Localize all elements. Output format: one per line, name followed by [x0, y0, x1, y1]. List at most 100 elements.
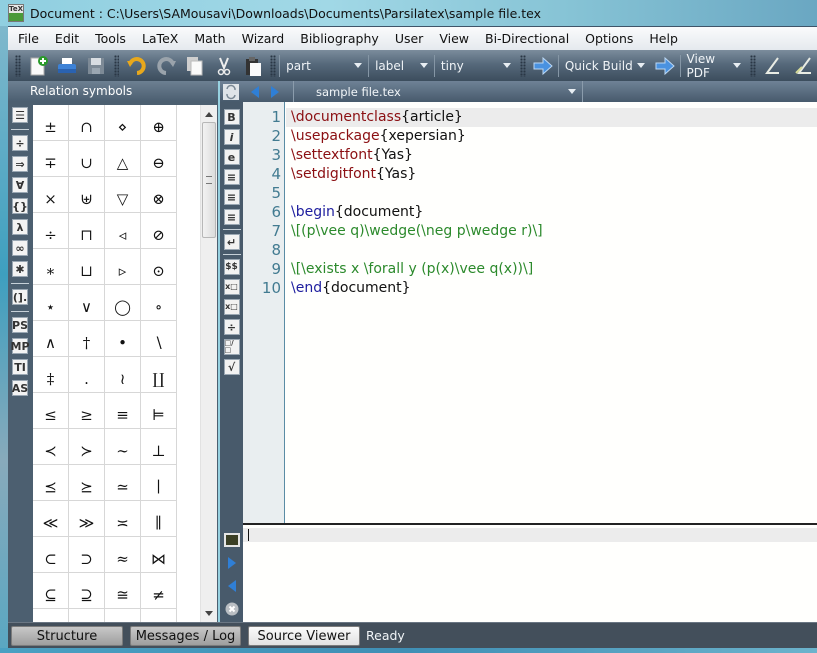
symbol-cell[interactable]: ≅: [105, 573, 141, 609]
sectioning-combo[interactable]: part: [279, 54, 368, 77]
symbol-cell[interactable]: ≃: [105, 465, 141, 501]
symbol-cell[interactable]: ∖: [141, 321, 177, 357]
view-log-button[interactable]: [223, 532, 240, 548]
symbol-cell[interactable]: ∣: [141, 465, 177, 501]
toolbar-grip[interactable]: [270, 54, 277, 77]
code-line[interactable]: [286, 184, 817, 203]
symbol-cell[interactable]: ⊕: [141, 105, 177, 141]
structure-icon[interactable]: ☰: [12, 107, 28, 123]
run-build-button[interactable]: [531, 53, 556, 79]
align-center-button[interactable]: ≡: [223, 189, 240, 205]
tab-messages-log[interactable]: Messages / Log: [130, 625, 241, 646]
symbol-cell[interactable]: [69, 609, 105, 622]
code-line[interactable]: [286, 241, 817, 260]
symbol-cell[interactable]: ≀: [105, 357, 141, 393]
next-error-button[interactable]: [224, 555, 240, 571]
stop-process-button[interactable]: [224, 601, 240, 617]
symbol-cell[interactable]: ≺: [33, 429, 69, 465]
infinity-icon[interactable]: ∞: [12, 240, 28, 256]
symbol-cell[interactable]: ≻: [69, 429, 105, 465]
delimiters-icon[interactable]: {}: [12, 198, 28, 214]
symbol-cell[interactable]: ⋆: [33, 285, 69, 321]
save-button[interactable]: [84, 53, 109, 79]
symbol-cell[interactable]: ∘: [141, 285, 177, 321]
operators-icon[interactable]: ✱: [12, 261, 28, 277]
code-editor[interactable]: 1 2 3 4 5 6 7 8 9 10 \documentclass{article} \usep…: [243, 102, 817, 523]
toolbar-grip[interactable]: [750, 54, 757, 77]
symbol-cell[interactable]: [141, 609, 177, 622]
symbol-cell[interactable]: ⪰: [69, 465, 105, 501]
cut-button[interactable]: [211, 53, 236, 79]
symbol-cell[interactable]: ⊙: [141, 249, 177, 285]
menu-tools[interactable]: Tools: [87, 31, 134, 46]
italic-button[interactable]: i: [223, 129, 240, 145]
fraction-button[interactable]: □/□: [223, 339, 240, 355]
code-line[interactable]: \[\exists x \forall y (p(x)\vee q(x))\]: [286, 260, 817, 279]
scroll-down-arrow-icon[interactable]: [205, 611, 213, 616]
symbol-cell[interactable]: ◃: [105, 213, 141, 249]
symbol-cell[interactable]: ≤: [33, 393, 69, 429]
toolbar-grip[interactable]: [520, 54, 526, 77]
symbol-cell[interactable]: ⊔: [69, 249, 105, 285]
symbol-cell[interactable]: ⪯: [33, 465, 69, 501]
symbol-cell[interactable]: ≥: [69, 393, 105, 429]
menu-wizard[interactable]: Wizard: [234, 31, 293, 46]
document-selector[interactable]: sample file.tex: [293, 81, 583, 102]
menu-math[interactable]: Math: [186, 31, 233, 46]
menu-bibliography[interactable]: Bibliography: [292, 31, 387, 46]
log-output[interactable]: [243, 525, 817, 622]
symbol-cell[interactable]: ⊥: [141, 429, 177, 465]
symbol-cell[interactable]: ≠: [141, 573, 177, 609]
divide-button[interactable]: ÷: [223, 319, 240, 335]
symbol-scrollbar[interactable]: [200, 105, 217, 622]
print-button[interactable]: [55, 53, 80, 79]
symbol-cell[interactable]: ÷: [33, 213, 69, 249]
symbol-cell[interactable]: ∩: [69, 105, 105, 141]
toolbar-grip[interactable]: [15, 54, 21, 77]
build-combo[interactable]: Quick Build: [557, 54, 651, 77]
symbol-cell[interactable]: ⋈: [141, 537, 177, 573]
scroll-thumb[interactable]: [202, 122, 216, 238]
left-right-icon[interactable]: (].: [12, 289, 28, 305]
menu-help[interactable]: Help: [641, 31, 686, 46]
right-to-left-button[interactable]: [790, 53, 815, 79]
menu-view[interactable]: View: [431, 31, 477, 46]
symbol-cell[interactable]: ≪: [33, 501, 69, 537]
label-combo[interactable]: label: [368, 54, 434, 77]
symbol-cell[interactable]: ⊂: [33, 537, 69, 573]
bold-button[interactable]: B: [223, 109, 240, 125]
view-combo[interactable]: View PDF: [679, 52, 748, 80]
symbol-cell[interactable]: △: [105, 141, 141, 177]
code-line[interactable]: \[(p\vee q)\wedge(\neg p\wedge r)\]: [286, 222, 817, 241]
code-area[interactable]: \documentclass{article} \usepackage{xeper…: [286, 108, 817, 298]
menu-file[interactable]: File: [10, 31, 47, 46]
symbol-cell[interactable]: †: [69, 321, 105, 357]
symbol-cell[interactable]: ∨: [69, 285, 105, 321]
symbol-cell[interactable]: ⊆: [33, 573, 69, 609]
menu-latex[interactable]: LaTeX: [134, 31, 186, 46]
run-view-button[interactable]: [653, 53, 678, 79]
copy-button[interactable]: [182, 53, 207, 79]
symbol-cell[interactable]: ≡: [105, 393, 141, 429]
tab-structure[interactable]: Structure: [11, 625, 123, 646]
relation-symbols-icon[interactable]: ÷: [12, 135, 28, 151]
subscript-button[interactable]: x□: [223, 279, 240, 295]
symbol-cell[interactable]: ⊇: [69, 573, 105, 609]
symbol-cell[interactable]: ≍: [105, 501, 141, 537]
code-line[interactable]: \end{document}: [286, 279, 817, 298]
code-line[interactable]: \settextfont{Yas}: [286, 146, 817, 165]
size-combo[interactable]: tiny: [433, 54, 517, 77]
symbol-cell[interactable]: ‡: [33, 357, 69, 393]
symbol-cell[interactable]: ∥: [141, 501, 177, 537]
code-line[interactable]: \setdigitfont{Yas}: [286, 165, 817, 184]
toolbar-grip[interactable]: [113, 54, 120, 77]
tab-source-viewer[interactable]: Source Viewer: [248, 625, 360, 646]
menu-bi-directional[interactable]: Bi-Directional: [477, 31, 577, 46]
symbol-cell[interactable]: [33, 609, 69, 622]
symbol-cell[interactable]: ⊎: [69, 177, 105, 213]
superscript-button[interactable]: x□: [223, 299, 240, 315]
align-right-button[interactable]: ≡: [223, 209, 240, 225]
square-root-button[interactable]: √: [223, 359, 240, 375]
symbol-cell[interactable]: ⊨: [141, 393, 177, 429]
metapost-icon[interactable]: MP: [11, 338, 30, 354]
